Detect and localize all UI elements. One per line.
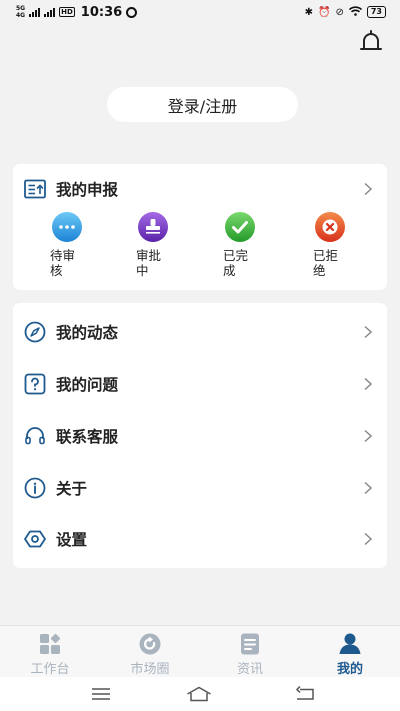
status-bar: 5G 4G HD 10:36 ✱ ⏰ ⊘ 73: [0, 0, 400, 24]
bell-icon[interactable]: [359, 30, 383, 56]
headset-icon: [24, 425, 46, 447]
tab-news[interactable]: 资讯: [200, 626, 300, 678]
report-title: 我的申报: [56, 181, 119, 199]
report-card: 我的申报 待审核 审批中 已完成 已拒绝: [13, 164, 387, 290]
bottom-tab-bar: 工作台 市场圈 资讯 我的: [0, 625, 400, 677]
chevron-right-icon: [364, 325, 373, 339]
chevron-right-icon: [364, 182, 373, 196]
question-icon: [24, 373, 46, 395]
status-in-review-label: 审批中: [136, 248, 162, 278]
grid-icon: [40, 633, 61, 654]
app-notification-icon: [126, 6, 138, 18]
wifi-icon: [348, 5, 362, 19]
mute-icon: ⊘: [335, 6, 344, 18]
status-rejected[interactable]: 已拒绝: [313, 210, 383, 280]
tab-news-label: 资讯: [236, 662, 263, 677]
status-rejected-label: 已拒绝: [313, 248, 339, 278]
menu-icon[interactable]: [88, 685, 114, 703]
menu-card: 我的动态 我的问题 联系客服 关于 设置: [13, 303, 387, 568]
menu-item-about[interactable]: 关于: [13, 463, 387, 513]
login-register-button[interactable]: 登录/注册: [107, 87, 298, 122]
signal-icon: [29, 7, 41, 17]
user-icon: [339, 633, 361, 654]
chevron-right-icon: [364, 481, 373, 495]
status-completed-label: 已完成: [223, 248, 249, 278]
tab-mine-label: 我的: [336, 662, 363, 677]
settings-icon: [24, 528, 46, 550]
network-indicator: 5G 4G: [16, 5, 25, 19]
report-header-row[interactable]: 我的申报: [13, 164, 387, 214]
tab-market[interactable]: 市场圈: [100, 626, 200, 678]
menu-item-activity[interactable]: 我的动态: [13, 307, 387, 357]
tab-market-label: 市场圈: [130, 662, 170, 677]
report-list-icon: [24, 178, 46, 200]
cross-icon: [315, 212, 345, 242]
system-nav-bar: [0, 677, 400, 711]
menu-item-questions[interactable]: 我的问题: [13, 359, 387, 409]
bluetooth-icon: ✱: [304, 6, 314, 18]
check-icon: [225, 212, 255, 242]
menu-item-settings[interactable]: 设置: [13, 514, 387, 564]
menu-item-support[interactable]: 联系客服: [13, 411, 387, 461]
clock: 10:36: [80, 4, 123, 20]
compass-icon: [24, 321, 46, 343]
battery-icon: 73: [366, 6, 386, 18]
home-icon[interactable]: [186, 685, 212, 703]
news-doc-icon: [241, 633, 259, 655]
status-right: ✱ ⏰ ⊘ 73: [304, 5, 386, 19]
tab-workbench-label: 工作台: [30, 662, 70, 677]
menu-item-activity-label: 我的动态: [56, 324, 119, 342]
status-left: 5G 4G HD 10:36: [16, 4, 138, 20]
tab-workbench[interactable]: 工作台: [0, 626, 100, 678]
alarm-icon: ⏰: [318, 6, 331, 18]
info-icon: [24, 477, 46, 499]
signal-icon-2: [44, 7, 56, 17]
chevron-right-icon: [364, 377, 373, 391]
chevron-right-icon: [364, 429, 373, 443]
back-icon[interactable]: [292, 685, 318, 703]
tab-mine[interactable]: 我的: [300, 626, 400, 678]
menu-item-settings-label: 设置: [56, 531, 88, 549]
menu-item-about-label: 关于: [56, 480, 88, 498]
status-pending-label: 待审核: [50, 248, 76, 278]
menu-item-questions-label: 我的问题: [56, 376, 119, 394]
status-in-review[interactable]: 审批中: [136, 210, 206, 280]
chevron-right-icon: [364, 532, 373, 546]
market-circle-icon: [139, 633, 161, 655]
status-pending[interactable]: 待审核: [50, 210, 120, 280]
menu-item-support-label: 联系客服: [56, 428, 119, 446]
stamp-icon: [138, 212, 168, 242]
network-4g-label: 4G: [16, 12, 26, 19]
hd-badge: HD: [59, 7, 75, 17]
network-5g-label: 5G: [16, 5, 26, 12]
status-completed[interactable]: 已完成: [223, 210, 293, 280]
more-icon: [52, 212, 82, 242]
